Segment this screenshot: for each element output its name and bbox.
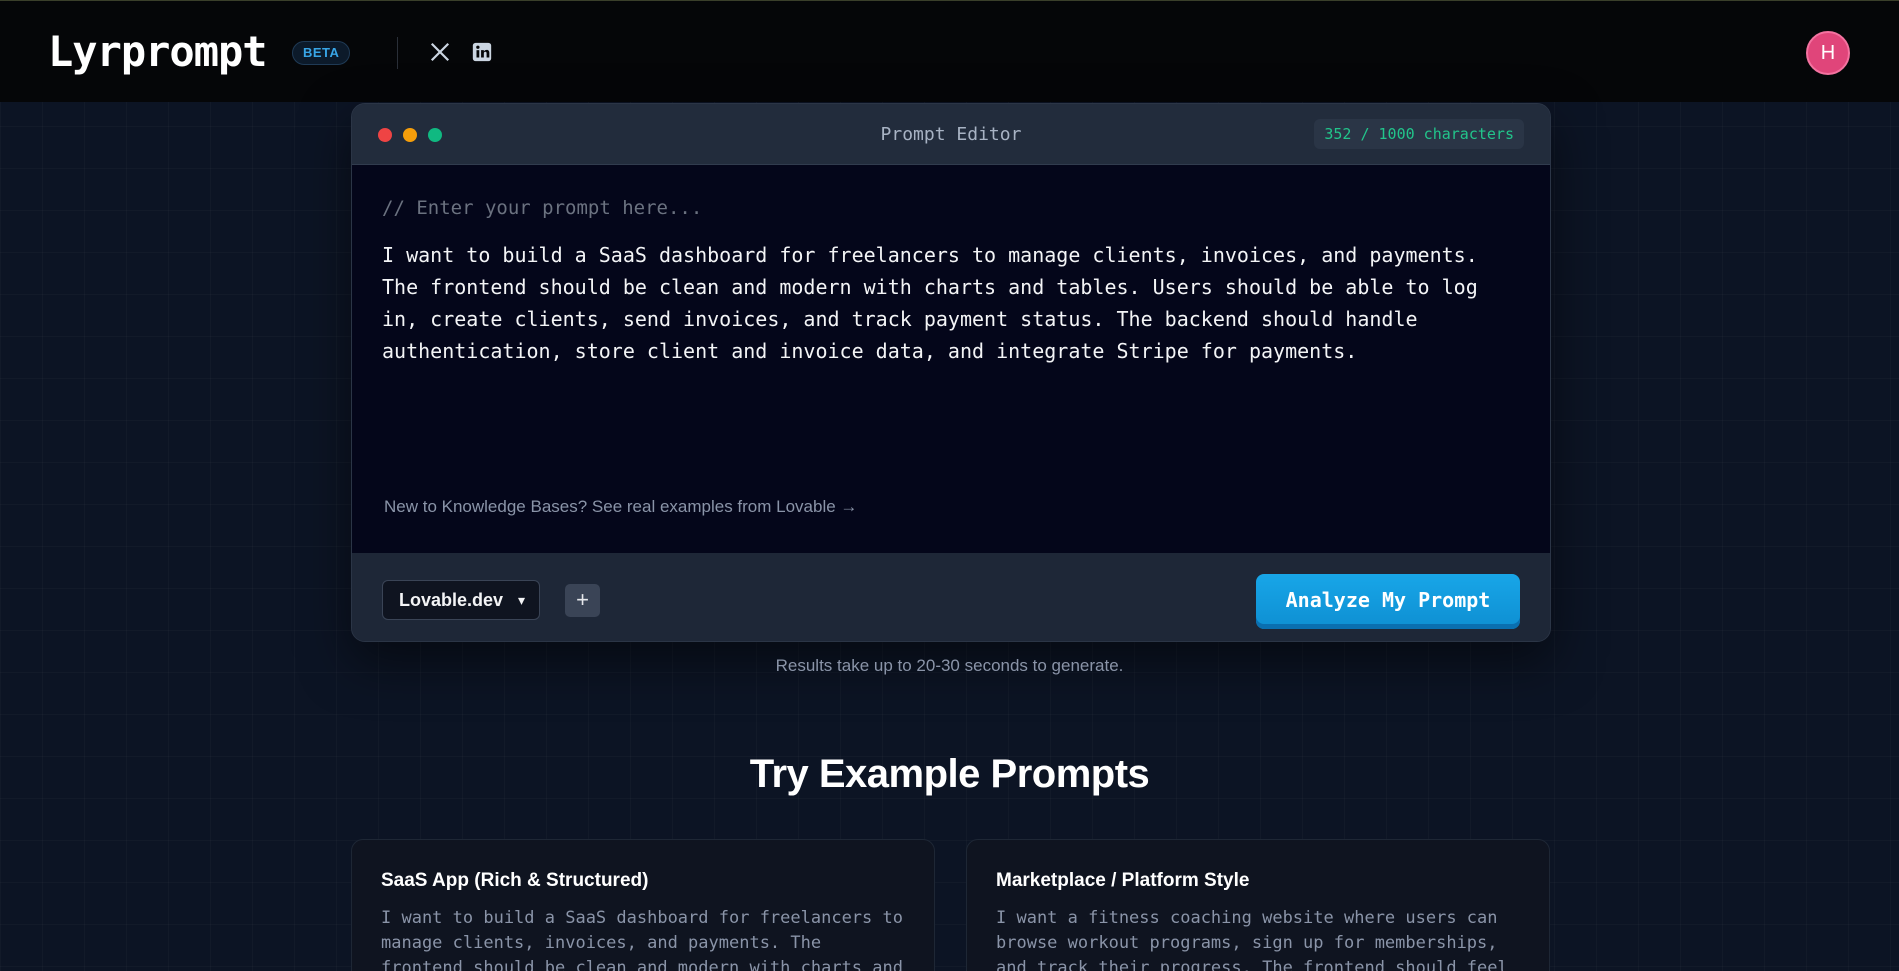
x-icon[interactable] — [429, 41, 451, 63]
generation-hint: Results take up to 20-30 seconds to gene… — [775, 656, 1124, 675]
example-card-title: Marketplace / Platform Style — [996, 870, 1250, 891]
example-card-text: I want to build a SaaS dashboard for fre… — [381, 908, 903, 971]
example-card[interactable]: SaaS App (Rich & Structured) I want to b… — [351, 839, 935, 971]
examples-title: Try Example Prompts — [749, 752, 1150, 796]
editor-footer: Lovable.dev ▾ + Analyze My Prompt — [352, 553, 1550, 641]
example-card-title: SaaS App (Rich & Structured) — [381, 870, 649, 891]
example-card[interactable]: Marketplace / Platform Style I want a fi… — [966, 839, 1550, 971]
editor-header: Prompt Editor 352 / 1000 characters — [352, 104, 1550, 165]
character-count: 352 / 1000 characters — [1314, 119, 1524, 149]
user-avatar[interactable]: H — [1806, 31, 1850, 75]
platform-select-value: Lovable.dev — [399, 590, 504, 610]
prompt-editor: Prompt Editor 352 / 1000 characters // E… — [351, 103, 1551, 642]
platform-select[interactable]: Lovable.dev ▾ — [382, 580, 540, 620]
app-logo[interactable]: Lyrprompt — [48, 27, 268, 76]
top-navbar: Lyrprompt BETA H — [0, 0, 1899, 102]
divider — [397, 37, 398, 69]
knowledge-base-link[interactable]: New to Knowledge Bases? See real example… — [384, 497, 857, 517]
prompt-placeholder: // Enter your prompt here... — [382, 197, 703, 219]
chevron-down-icon: ▾ — [517, 592, 525, 608]
example-card-text: I want a fitness coaching website where … — [996, 908, 1508, 971]
linkedin-icon[interactable] — [471, 41, 493, 63]
beta-badge: BETA — [292, 41, 351, 65]
analyze-prompt-button[interactable]: Analyze My Prompt — [1256, 574, 1520, 629]
prompt-textarea[interactable]: // Enter your prompt here... I want to b… — [352, 165, 1550, 553]
prompt-text[interactable]: I want to build a SaaS dashboard for fre… — [382, 239, 1512, 367]
add-button[interactable]: + — [565, 584, 600, 617]
